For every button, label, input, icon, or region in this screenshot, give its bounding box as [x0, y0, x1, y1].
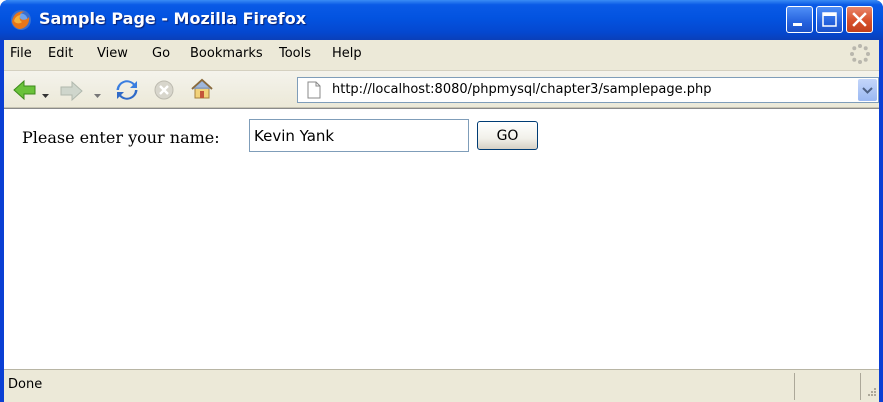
home-icon[interactable] — [189, 77, 215, 105]
menu-bookmarks[interactable]: Bookmarks — [190, 46, 263, 61]
stop-icon[interactable] — [153, 79, 175, 105]
page-content: Please enter your name: GO — [4, 108, 879, 369]
menu-go[interactable]: Go — [152, 46, 170, 61]
back-arrow-icon[interactable] — [12, 79, 38, 105]
name-input[interactable] — [249, 119, 469, 152]
forward-arrow-icon[interactable] — [58, 80, 84, 106]
back-dropdown-icon[interactable] — [42, 85, 50, 104]
minimize-button[interactable] — [786, 6, 813, 33]
menu-bar: File Edit View Go Bookmarks Tools Help — [4, 40, 879, 71]
maximize-button[interactable] — [816, 6, 843, 33]
browser-window: Sample Page - Mozilla Firefox File Edit … — [0, 0, 883, 402]
address-bar[interactable]: http://localhost:8080/phpmysql/chapter3/… — [297, 77, 879, 103]
menu-file[interactable]: File — [10, 46, 32, 61]
status-text: Done — [8, 377, 43, 392]
navigation-toolbar: http://localhost:8080/phpmysql/chapter3/… — [4, 71, 879, 108]
resize-grip-icon[interactable] — [865, 382, 877, 401]
firefox-icon — [10, 9, 32, 31]
name-prompt-label: Please enter your name: — [22, 128, 220, 147]
go-button[interactable]: GO — [477, 121, 538, 150]
throbber-icon — [849, 43, 871, 65]
client-area: File Edit View Go Bookmarks Tools Help h… — [4, 40, 879, 402]
menu-tools[interactable]: Tools — [279, 46, 311, 61]
title-bar[interactable]: Sample Page - Mozilla Firefox — [0, 0, 883, 40]
status-panel-divider — [794, 373, 795, 400]
menu-view[interactable]: View — [97, 46, 128, 61]
status-bar: Done — [4, 369, 879, 402]
menu-edit[interactable]: Edit — [48, 46, 73, 61]
close-button[interactable] — [846, 6, 873, 33]
reload-icon[interactable] — [114, 77, 140, 107]
forward-dropdown-icon[interactable] — [94, 85, 102, 104]
menu-help[interactable]: Help — [332, 46, 362, 61]
window-title: Sample Page - Mozilla Firefox — [39, 9, 307, 28]
status-panel-divider — [860, 373, 861, 400]
page-icon — [306, 81, 322, 103]
url-text[interactable]: http://localhost:8080/phpmysql/chapter3/… — [332, 82, 711, 97]
url-dropdown-button[interactable] — [858, 79, 877, 101]
